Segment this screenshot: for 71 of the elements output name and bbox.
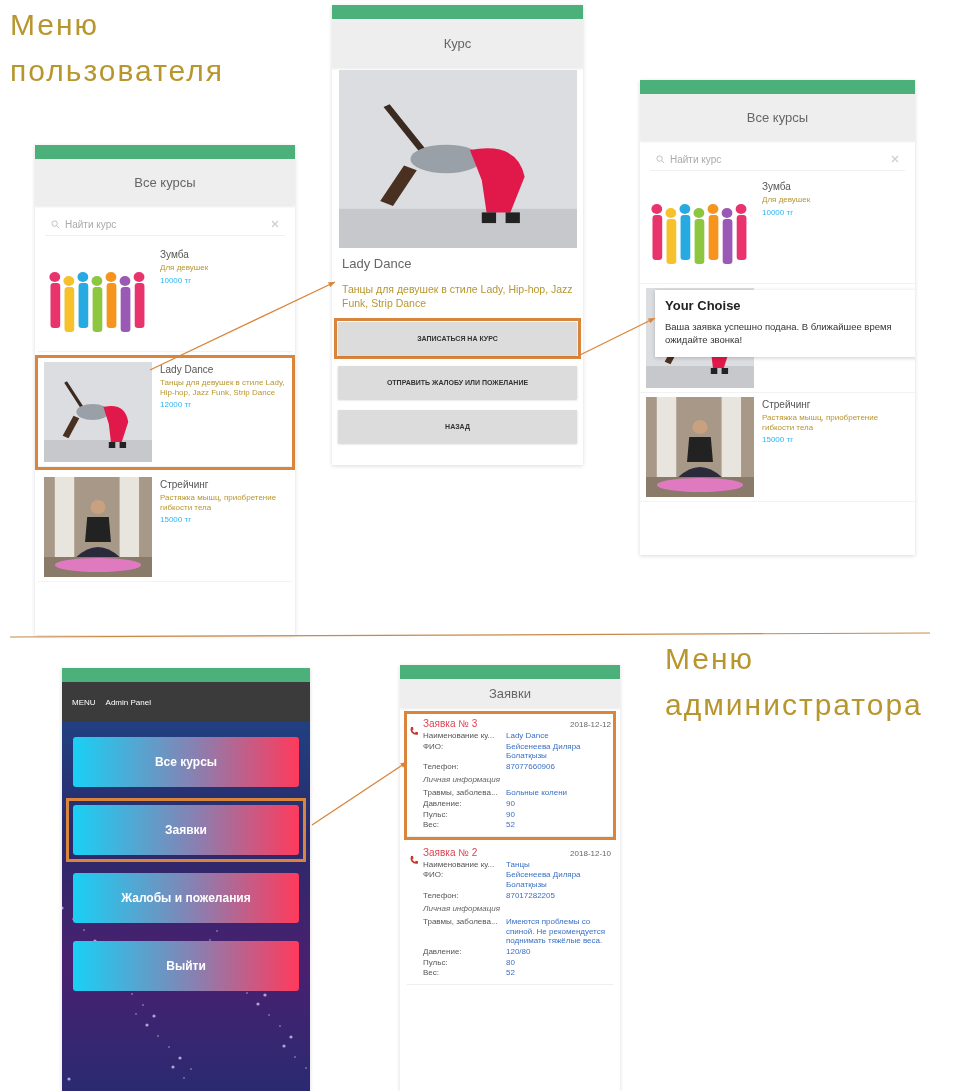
request-date: 2018-12-12 (570, 720, 611, 729)
screen-title: Заявки (489, 685, 531, 701)
field-label: Телефон: (423, 890, 460, 901)
field-value: Бейсенеева Диляра Болатқызы (506, 870, 582, 890)
field-value: 87017282205 (506, 890, 556, 901)
field-label: Пульс: (423, 957, 449, 968)
field-label: ФИО: (423, 870, 445, 882)
toolbar-title: Admin Panel (105, 697, 151, 707)
section-heading: Меню пользователя (10, 7, 225, 89)
field-value: 52 (506, 968, 516, 978)
phone-icon[interactable] (409, 726, 419, 736)
course-description: Танцы для девушек в стиле Lady, Hip-hop, Jazz Funk, Strip Dance (160, 378, 286, 398)
dialog-message: Ваша заявка успешно подана. В ближайшее время ожидайте звонка! (665, 321, 893, 347)
field-label: Давление: (423, 798, 463, 809)
field-label: Наименование ку... (423, 859, 496, 870)
course-name: Lady Dance (160, 364, 215, 375)
field-value: Имеются проблемы со спиной. Не рекомендуется поднимать тяжёлые веса. (506, 917, 606, 946)
field-value: 90 (506, 809, 516, 820)
field-value: 120/80 (506, 946, 532, 957)
course-description: Растяжка мышц, приобретение гибкости тела (160, 493, 278, 513)
section-heading: Меню администратора (665, 641, 924, 723)
course-name: Зумба (160, 249, 190, 260)
request-title: Заявка № 2 (423, 846, 478, 858)
dialog-title: Your Choise (665, 298, 742, 313)
field-label: Наименование ку... (423, 731, 496, 741)
field-label: Травмы, заболева... (423, 788, 499, 798)
course-price: 10000 тг (160, 275, 193, 285)
course-name: Стрейчинг (160, 479, 210, 490)
course-description: Танцы для девушек в стиле Lady, Hip-hop, Jazz Funk, Strip Dance (341, 282, 574, 311)
request-title: Заявка № 3 (423, 718, 478, 729)
menu-button[interactable]: Все курсы (73, 737, 299, 787)
section-title: Личная информация (423, 774, 502, 787)
section-title: Личная информация (423, 903, 502, 916)
menu-label[interactable]: MENU (72, 697, 96, 707)
menu-button[interactable]: Выйти (73, 941, 299, 991)
search-icon (51, 219, 60, 229)
field-value: Больные колени (506, 788, 569, 798)
field-label: Пульс: (423, 809, 449, 820)
field-value: 90 (506, 798, 516, 809)
field-value: Бейсенеева Диляра Болатқызы (506, 741, 582, 761)
field-value: 87077660906 (506, 761, 556, 772)
menu-button[interactable]: Заявки (73, 805, 299, 855)
course-price: 15000 тг (160, 515, 193, 525)
course-price: 15000 тг (762, 435, 795, 445)
search-field[interactable]: Найти курс (650, 148, 905, 171)
course-price: 12000 тг (160, 400, 193, 410)
field-label: ФИО: (423, 741, 445, 753)
phone-icon[interactable] (409, 854, 419, 865)
search-field[interactable]: Найти курс (45, 213, 285, 236)
menu-button[interactable]: Жалобы и пожелания (73, 873, 299, 923)
field-value: Lady Dance (506, 731, 550, 741)
course-description: Для девушек (160, 263, 209, 273)
course-description: Для девушек (762, 195, 811, 205)
course-name: Lady Dance (341, 255, 413, 271)
course-name: Стрейчинг (762, 399, 812, 410)
field-value: Танцы (506, 859, 531, 870)
field-label: Давление: (423, 946, 463, 957)
field-value: 52 (506, 820, 516, 830)
field-label: Телефон: (423, 761, 460, 772)
screen-title: Все курсы (746, 109, 809, 125)
course-name: Зумба (762, 181, 792, 192)
screen-title: Курс (443, 35, 472, 51)
field-label: Вес: (423, 968, 440, 978)
field-label: Травмы, заболева... (423, 917, 499, 929)
screen-title: Все курсы (134, 174, 196, 190)
request-date: 2018-12-10 (570, 848, 611, 858)
field-label: Вес: (423, 820, 440, 830)
course-description: Растяжка мышц, приобретение гибкости тела (762, 413, 880, 433)
field-value: 80 (506, 957, 516, 968)
search-icon (656, 154, 665, 164)
course-price: 10000 тг (762, 207, 795, 217)
